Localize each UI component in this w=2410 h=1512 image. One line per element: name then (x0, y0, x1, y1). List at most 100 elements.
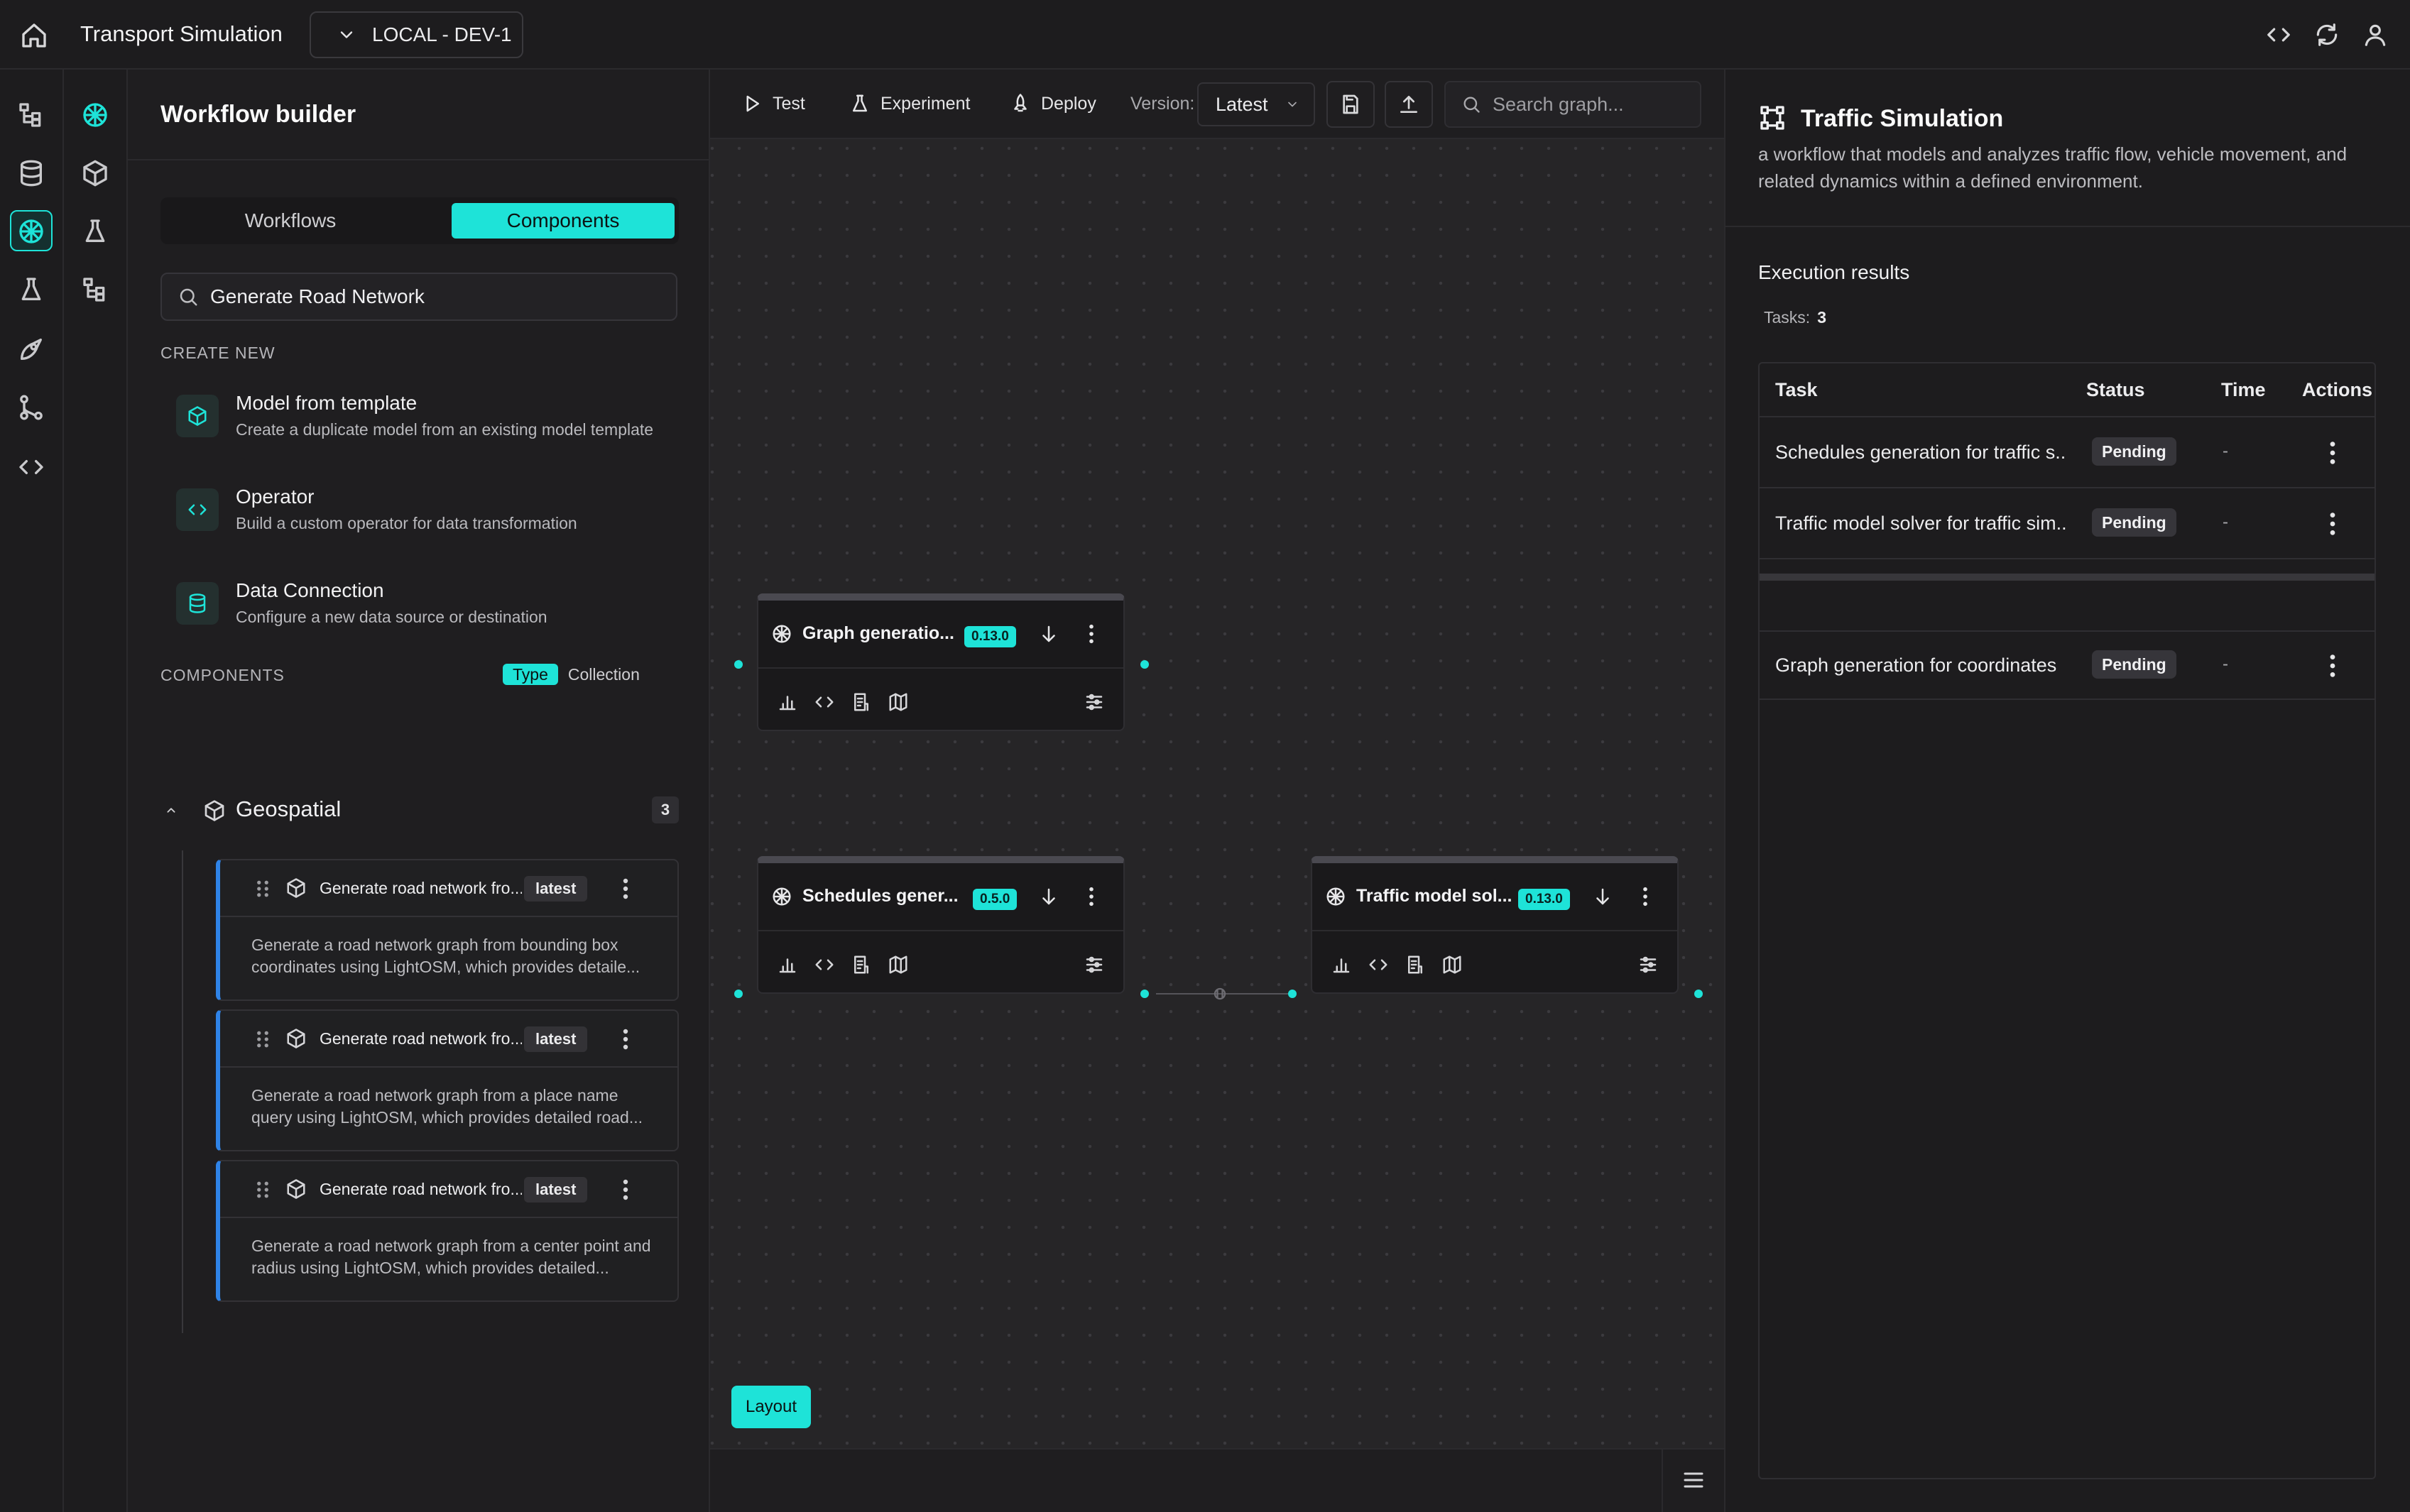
arrow-down-icon[interactable] (1592, 886, 1613, 907)
settings-sliders-icon[interactable] (1637, 954, 1659, 975)
deploy-button[interactable]: Deploy (1010, 91, 1096, 116)
group-by-type[interactable]: Type (503, 664, 558, 685)
graph-search-input[interactable] (1493, 93, 1699, 116)
environment-select[interactable]: LOCAL - DEV-1 (310, 11, 523, 58)
graph-search[interactable] (1444, 81, 1701, 128)
settings-sliders-icon[interactable] (1084, 691, 1105, 713)
component-search-input[interactable] (210, 285, 650, 308)
code-icon[interactable] (2265, 21, 2292, 48)
workflow-brain-icon[interactable] (17, 217, 45, 246)
version-label: Version: (1130, 94, 1195, 114)
code-icon[interactable] (814, 954, 835, 975)
home-icon[interactable] (20, 21, 48, 50)
bar-chart-icon[interactable] (777, 954, 798, 975)
workflow-title: Traffic Simulation (1801, 105, 2004, 132)
search-icon (1463, 97, 1480, 113)
code-icon[interactable] (814, 691, 835, 713)
experiment-button[interactable]: Experiment (849, 91, 970, 116)
save-button[interactable] (1326, 81, 1375, 128)
code-icon[interactable] (1368, 954, 1389, 975)
table-row[interactable]: Graph generation for coordinates Pending… (1760, 630, 2374, 700)
node-input-port[interactable] (734, 990, 743, 998)
code-icon[interactable] (17, 453, 45, 481)
drag-handle-icon[interactable] (254, 879, 271, 899)
user-icon[interactable] (2362, 21, 2389, 48)
git-branch-icon[interactable] (17, 393, 45, 422)
refresh-icon[interactable] (2313, 21, 2340, 48)
map-icon[interactable] (888, 691, 909, 713)
menu-button[interactable] (1662, 1448, 1724, 1512)
log-icon[interactable] (1405, 954, 1426, 975)
brain-icon (773, 887, 791, 906)
more-options-icon[interactable] (1081, 623, 1102, 645)
group-geospatial[interactable]: Geospatial 3 (160, 789, 679, 832)
workflow-node[interactable]: Traffic model sol... 0.13.0 (1311, 856, 1679, 994)
cube-icon[interactable] (81, 159, 109, 187)
component-card[interactable]: Generate road network fro... latest Gene… (216, 859, 679, 1001)
node-input-port[interactable] (734, 660, 743, 669)
workflow-node[interactable]: Graph generatio... 0.13.0 (757, 593, 1125, 731)
node-input-port[interactable] (1288, 990, 1297, 998)
create-data-connection[interactable]: Data Connection Configure a new data sou… (176, 579, 687, 650)
node-output-port[interactable] (1694, 990, 1703, 998)
hierarchy-icon[interactable] (17, 101, 45, 129)
create-model-from-template[interactable]: Model from template Create a duplicate m… (176, 392, 687, 463)
flask-icon[interactable] (17, 275, 45, 304)
database-icon (176, 582, 219, 625)
create-item-title: Model from template (236, 392, 418, 414)
version-select[interactable]: Latest (1197, 82, 1315, 126)
more-options-icon[interactable] (1635, 886, 1656, 907)
database-icon[interactable] (17, 159, 45, 187)
tab-components[interactable]: Components (452, 203, 675, 239)
upload-button[interactable] (1385, 81, 1433, 128)
more-options-icon[interactable] (615, 1178, 636, 1201)
test-button[interactable]: Test (741, 91, 805, 116)
log-icon[interactable] (851, 954, 872, 975)
bar-chart-icon[interactable] (777, 691, 798, 713)
tab-workflows[interactable]: Workflows (166, 203, 415, 239)
log-icon[interactable] (851, 691, 872, 713)
map-icon[interactable] (888, 954, 909, 975)
task-time: - (2223, 654, 2228, 674)
more-options-icon[interactable] (2321, 653, 2345, 679)
node-version-badge: 0.5.0 (973, 889, 1018, 910)
search-icon (180, 288, 197, 306)
more-options-icon[interactable] (1081, 886, 1102, 907)
more-options-icon[interactable] (2321, 440, 2345, 466)
flask-icon[interactable] (81, 217, 109, 246)
more-options-icon[interactable] (2321, 511, 2345, 537)
create-operator[interactable]: Operator Build a custom operator for dat… (176, 486, 687, 557)
drag-handle-icon[interactable] (254, 1029, 271, 1049)
arrow-down-icon[interactable] (1038, 886, 1059, 907)
upload-icon (1400, 96, 1417, 113)
component-card-header: Generate road network fro... latest (220, 1011, 677, 1068)
node-output-port[interactable] (1140, 660, 1149, 669)
chevron-up-icon[interactable] (163, 802, 179, 818)
deploy-icon[interactable] (17, 335, 45, 363)
component-title: Generate road network fro... (320, 1180, 522, 1198)
bar-chart-icon[interactable] (1331, 954, 1352, 975)
version-value: Latest (1216, 93, 1268, 115)
layout-button[interactable]: Layout (731, 1386, 811, 1428)
connection-midpoint-icon[interactable] (1210, 984, 1230, 1004)
workflow-node[interactable]: Schedules gener... 0.5.0 (757, 856, 1125, 994)
component-search[interactable] (160, 273, 677, 321)
more-options-icon[interactable] (615, 1028, 636, 1051)
workflow-brain-icon[interactable] (81, 101, 109, 129)
hierarchy-icon[interactable] (81, 275, 109, 304)
settings-sliders-icon[interactable] (1084, 954, 1105, 975)
component-description: Generate a road network graph from a cen… (251, 1237, 651, 1277)
table-row[interactable]: Traffic model solver for traffic sim... … (1760, 490, 2374, 559)
table-row[interactable]: Schedules generation for traffic s... Pe… (1760, 419, 2374, 488)
arrow-down-icon[interactable] (1038, 623, 1059, 645)
panel-tabs: Workflows Components (160, 197, 679, 244)
tree-guide-line (182, 850, 183, 1333)
component-card[interactable]: Generate road network fro... latest Gene… (216, 1160, 679, 1302)
more-options-icon[interactable] (615, 877, 636, 900)
drag-handle-icon[interactable] (254, 1180, 271, 1200)
workflow-canvas[interactable]: Test Experiment Deploy Version: Latest S… (710, 70, 1724, 1448)
node-output-port[interactable] (1140, 990, 1149, 998)
component-card[interactable]: Generate road network fro... latest Gene… (216, 1009, 679, 1151)
map-icon[interactable] (1441, 954, 1463, 975)
group-by-collection[interactable]: Collection (558, 664, 650, 685)
